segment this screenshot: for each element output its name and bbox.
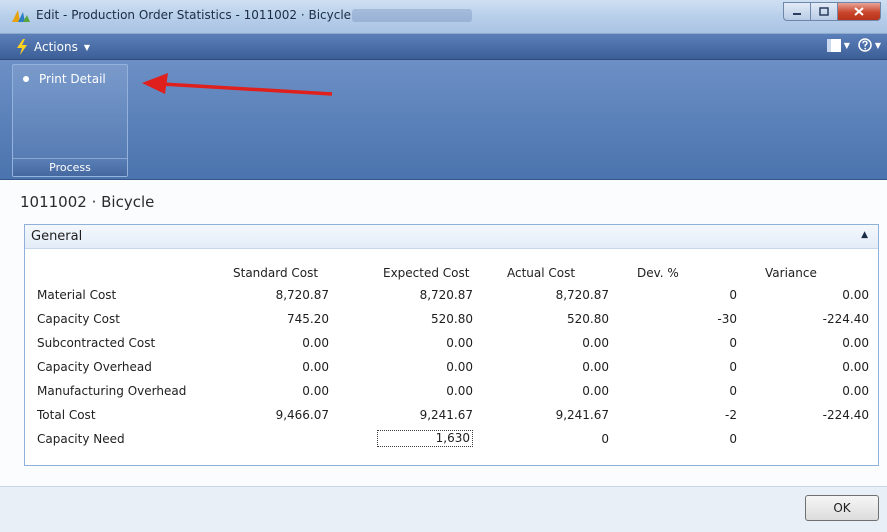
table-row: Material Cost 8,720.87 8,720.87 8,720.87… bbox=[37, 285, 869, 305]
chevron-down-icon: ▼ bbox=[843, 40, 850, 50]
window-controls bbox=[783, 2, 881, 21]
standard-cost-value: 8,720.87 bbox=[275, 288, 329, 302]
standard-cost-value: 0.00 bbox=[302, 360, 329, 374]
print-detail-label: Print Detail bbox=[39, 72, 106, 86]
lightning-icon bbox=[17, 39, 27, 55]
expected-cost-value: 0.00 bbox=[446, 384, 473, 398]
column-header: Variance bbox=[765, 266, 817, 280]
row-label: Material Cost bbox=[37, 288, 117, 302]
print-detail-button[interactable]: Print Detail bbox=[17, 69, 106, 89]
layout-icon bbox=[826, 38, 841, 52]
variance-value: -224.40 bbox=[822, 312, 869, 326]
dialog-footer: OK bbox=[0, 486, 887, 532]
column-header: Standard Cost bbox=[233, 266, 319, 280]
table-row: Capacity Need 1,630 0 0 bbox=[37, 429, 869, 449]
maximize-button[interactable] bbox=[810, 2, 837, 21]
row-label: Subcontracted Cost bbox=[37, 336, 156, 350]
ok-button[interactable]: OK bbox=[805, 495, 879, 521]
dev-percent-value: 0 bbox=[729, 432, 737, 446]
actions-bar: Actions ▼ ▼ ▼ bbox=[0, 34, 887, 60]
close-button[interactable] bbox=[837, 2, 881, 21]
window-title-bar: Edit - Production Order Statistics - 101… bbox=[0, 0, 887, 34]
actions-label: Actions bbox=[34, 40, 78, 54]
background-window-title bbox=[352, 9, 472, 22]
expected-capacity-need-field[interactable]: 1,630 bbox=[377, 430, 473, 447]
standard-cost-value: 0.00 bbox=[302, 336, 329, 350]
dev-percent-value: 0 bbox=[729, 360, 737, 374]
variance-value: 0.00 bbox=[842, 384, 869, 398]
layout-button[interactable]: ▼ bbox=[826, 38, 850, 52]
actual-cost-value: 9,241.67 bbox=[555, 408, 609, 422]
dev-percent-value: -2 bbox=[725, 408, 737, 422]
standard-cost-value: 745.20 bbox=[287, 312, 329, 326]
actual-cost-value: 0.00 bbox=[582, 384, 609, 398]
table-row: Capacity Cost 745.20 520.80 520.80 -30 -… bbox=[37, 309, 869, 329]
minimize-button[interactable] bbox=[783, 2, 810, 21]
column-header-row: Standard Cost Expected Cost Actual Cost … bbox=[37, 263, 869, 283]
dev-percent-value: 0 bbox=[729, 288, 737, 302]
actions-menu-button[interactable]: Actions ▼ bbox=[16, 38, 90, 56]
red-arrow-annotation bbox=[142, 73, 333, 96]
dev-percent-value: -30 bbox=[717, 312, 737, 326]
help-icon bbox=[858, 38, 872, 52]
actual-cost-value: 520.80 bbox=[567, 312, 609, 326]
window-title: Edit - Production Order Statistics - 101… bbox=[36, 8, 352, 22]
expected-cost-value: 0.00 bbox=[446, 336, 473, 350]
variance-value: 0.00 bbox=[842, 360, 869, 374]
close-icon bbox=[854, 7, 864, 16]
expected-cost-value: 520.80 bbox=[431, 312, 473, 326]
dynamics-nav-icon bbox=[12, 10, 30, 22]
collapse-icon[interactable]: ▲ bbox=[861, 230, 868, 240]
dev-percent-value: 0 bbox=[729, 384, 737, 398]
row-label: Total Cost bbox=[37, 408, 96, 422]
dev-percent-value: 0 bbox=[729, 336, 737, 350]
table-row: Total Cost 9,466.07 9,241.67 9,241.67 -2… bbox=[37, 405, 869, 425]
variance-value: 0.00 bbox=[842, 288, 869, 302]
fasttab-header[interactable]: General ▲ bbox=[25, 225, 878, 249]
actual-cost-value: 0.00 bbox=[582, 336, 609, 350]
toolbar-right: ▼ ▼ bbox=[826, 38, 881, 52]
content-area: 1011002 · Bicycle General ▲ Standard Cos… bbox=[0, 180, 887, 486]
general-fasttab: General ▲ Standard Cost Expected Cost Ac… bbox=[24, 224, 879, 466]
ribbon-group-process: Print Detail Process bbox=[12, 64, 128, 177]
fasttab-title: General bbox=[31, 229, 83, 244]
expected-cost-value: 9,241.67 bbox=[419, 408, 473, 422]
page-title: 1011002 · Bicycle bbox=[20, 193, 155, 211]
minimize-icon bbox=[793, 12, 801, 15]
table-row: Capacity Overhead 0.00 0.00 0.00 0 0.00 bbox=[37, 357, 869, 377]
table-row: Subcontracted Cost 0.00 0.00 0.00 0 0.00 bbox=[37, 333, 869, 353]
table-row: Manufacturing Overhead 0.00 0.00 0.00 0 … bbox=[37, 381, 869, 401]
actual-cost-value: 0 bbox=[601, 432, 609, 446]
maximize-icon bbox=[819, 7, 829, 16]
expected-cost-value: 0.00 bbox=[446, 360, 473, 374]
column-header: Actual Cost bbox=[507, 266, 576, 280]
help-button[interactable]: ▼ bbox=[858, 38, 881, 52]
row-label: Capacity Overhead bbox=[37, 360, 152, 374]
standard-cost-value: 0.00 bbox=[302, 384, 329, 398]
row-label: Capacity Need bbox=[37, 432, 125, 446]
actual-cost-value: 0.00 bbox=[582, 360, 609, 374]
standard-cost-value: 9,466.07 bbox=[275, 408, 329, 422]
column-header: Expected Cost bbox=[383, 266, 470, 280]
variance-value: -224.40 bbox=[822, 408, 869, 422]
ribbon: Print Detail Process bbox=[0, 60, 887, 180]
chevron-down-icon: ▼ bbox=[83, 42, 90, 52]
column-header: Dev. % bbox=[637, 266, 679, 280]
bullet-icon bbox=[23, 76, 29, 82]
chevron-down-icon: ▼ bbox=[874, 40, 881, 50]
variance-value: 0.00 bbox=[842, 336, 869, 350]
actual-cost-value: 8,720.87 bbox=[555, 288, 609, 302]
row-label: Manufacturing Overhead bbox=[37, 384, 187, 398]
row-label: Capacity Cost bbox=[37, 312, 120, 326]
expected-cost-value: 8,720.87 bbox=[419, 288, 473, 302]
ribbon-group-label: Process bbox=[13, 158, 127, 176]
